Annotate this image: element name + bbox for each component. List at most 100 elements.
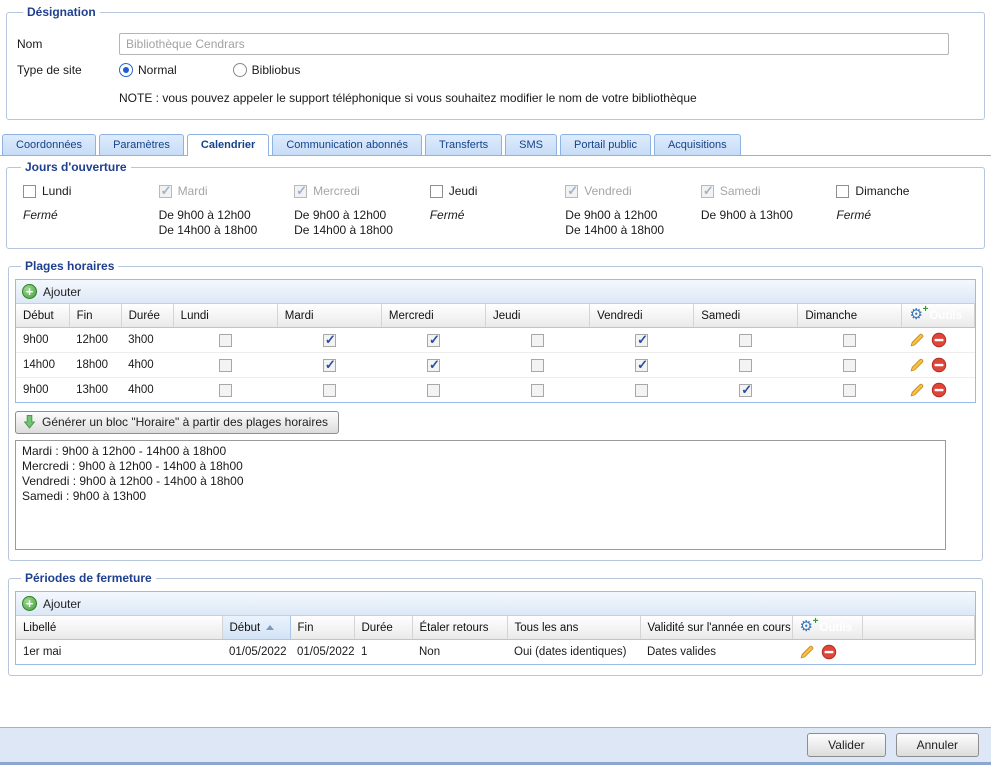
- day-label-lundi: Lundi: [42, 184, 71, 198]
- checkbox-dimanche[interactable]: [836, 185, 849, 198]
- tab-portail-public[interactable]: Portail public: [560, 134, 651, 155]
- day-label-vendredi: Vendredi: [584, 184, 631, 198]
- tab-communication-abonnes[interactable]: Communication abonnés: [272, 134, 422, 155]
- col-debut-sorted[interactable]: Début: [222, 616, 290, 640]
- delete-icon[interactable]: [821, 644, 837, 660]
- tab-sms[interactable]: SMS: [505, 134, 557, 155]
- col-mardi[interactable]: Mardi: [277, 304, 381, 328]
- day-lundi: Lundi Fermé: [23, 184, 155, 238]
- col-outils: ⚙+ Outils: [792, 616, 862, 640]
- jours-ouverture-fieldset: Jours d'ouverture Lundi Fermé Mardi De 9…: [6, 160, 985, 249]
- radio-normal-label: Normal: [138, 63, 177, 77]
- tab-coordonnees[interactable]: Coordonnées: [2, 134, 96, 155]
- day-label-samedi: Samedi: [720, 184, 761, 198]
- day-samedi: Samedi De 9h00 à 13h00: [701, 184, 833, 238]
- col-outils: ⚙+ Outils: [902, 304, 975, 328]
- designation-fieldset: Désignation Nom Type de site Normal Bibl…: [6, 5, 985, 120]
- row1-mardi-checkbox: [323, 334, 336, 347]
- col-vendredi[interactable]: Vendredi: [590, 304, 694, 328]
- plages-ajouter-button[interactable]: Ajouter: [43, 285, 81, 299]
- day-schedule: De 9h00 à 12h00: [294, 208, 426, 223]
- col-duree[interactable]: Durée: [121, 304, 173, 328]
- edit-pencil-icon[interactable]: [799, 644, 815, 660]
- checkbox-mardi: [159, 185, 172, 198]
- row2-mercredi-checkbox: [427, 359, 440, 372]
- add-icon: [22, 284, 37, 299]
- col-dimanche[interactable]: Dimanche: [798, 304, 902, 328]
- row3-vendredi-checkbox: [635, 384, 648, 397]
- periodes-fermeture-fieldset: Périodes de fermeture Ajouter Libellé Dé…: [8, 571, 983, 676]
- tab-parametres[interactable]: Paramètres: [99, 134, 184, 155]
- row1-dimanche-checkbox: [843, 334, 856, 347]
- page: Désignation Nom Type de site Normal Bibl…: [0, 0, 991, 765]
- col-debut[interactable]: Début: [16, 304, 69, 328]
- row2-dimanche-checkbox: [843, 359, 856, 372]
- col-jeudi[interactable]: Jeudi: [486, 304, 590, 328]
- delete-icon[interactable]: [931, 357, 947, 373]
- gear-plus-icon: ⚙+: [909, 308, 926, 323]
- col-validite[interactable]: Validité sur l'année en cours: [640, 616, 792, 640]
- periodes-fermeture-legend: Périodes de fermeture: [21, 571, 156, 585]
- row3-lundi-checkbox: [219, 384, 232, 397]
- tab-transferts[interactable]: Transferts: [425, 134, 502, 155]
- day-schedule: De 9h00 à 12h00: [565, 208, 697, 223]
- day-schedule: Fermé: [23, 208, 155, 223]
- col-fin[interactable]: Fin: [290, 616, 354, 640]
- day-schedule: Fermé: [430, 208, 562, 223]
- valider-button[interactable]: Valider: [807, 733, 885, 757]
- periodes-table: Libellé Début Fin Durée Étaler retours T…: [16, 616, 975, 664]
- checkbox-lundi[interactable]: [23, 185, 36, 198]
- radio-bibliobus[interactable]: Bibliobus: [233, 63, 301, 77]
- edit-pencil-icon[interactable]: [909, 357, 925, 373]
- periodes-ajouter-button[interactable]: Ajouter: [43, 597, 81, 611]
- day-jeudi: Jeudi Fermé: [430, 184, 562, 238]
- sort-asc-icon: [266, 625, 274, 630]
- col-lundi[interactable]: Lundi: [173, 304, 277, 328]
- delete-icon[interactable]: [931, 382, 947, 398]
- col-fin[interactable]: Fin: [69, 304, 121, 328]
- checkbox-jeudi[interactable]: [430, 185, 443, 198]
- plages-table: Début Fin Durée Lundi Mardi Mercredi Jeu…: [16, 304, 975, 402]
- row3-jeudi-checkbox: [531, 384, 544, 397]
- day-dimanche: Dimanche Fermé: [836, 184, 968, 238]
- row3-samedi-checkbox: [739, 384, 752, 397]
- tab-calendrier[interactable]: Calendrier: [187, 134, 269, 156]
- day-label-mardi: Mardi: [178, 184, 208, 198]
- generer-bloc-button[interactable]: Générer un bloc "Horaire" à partir des p…: [15, 411, 339, 434]
- col-mercredi[interactable]: Mercredi: [381, 304, 485, 328]
- edit-pencil-icon[interactable]: [909, 382, 925, 398]
- row3-mardi-checkbox: [323, 384, 336, 397]
- radio-normal[interactable]: Normal: [119, 63, 177, 77]
- designation-legend: Désignation: [23, 5, 100, 19]
- horaire-bloc-textarea[interactable]: Mardi : 9h00 à 12h00 - 14h00 à 18h00 Mer…: [15, 440, 946, 550]
- row1-jeudi-checkbox: [531, 334, 544, 347]
- edit-pencil-icon[interactable]: [909, 332, 925, 348]
- radio-bibliobus-label: Bibliobus: [252, 63, 301, 77]
- row1-mercredi-checkbox: [427, 334, 440, 347]
- add-icon: [22, 596, 37, 611]
- col-samedi[interactable]: Samedi: [694, 304, 798, 328]
- col-tous-les-ans[interactable]: Tous les ans: [507, 616, 640, 640]
- tab-acquisitions[interactable]: Acquisitions: [654, 134, 741, 155]
- footer-bar: Valider Annuler: [0, 727, 991, 765]
- delete-icon[interactable]: [931, 332, 947, 348]
- row3-mercredi-checkbox: [427, 384, 440, 397]
- table-row: 9h00 13h00 4h00: [16, 378, 975, 403]
- annuler-button[interactable]: Annuler: [896, 733, 979, 757]
- col-duree[interactable]: Durée: [354, 616, 412, 640]
- col-etaler-retours[interactable]: Étaler retours: [412, 616, 507, 640]
- day-schedule: De 9h00 à 12h00: [159, 208, 291, 223]
- row2-vendredi-checkbox: [635, 359, 648, 372]
- gear-plus-icon: ⚙+: [800, 620, 817, 635]
- row2-jeudi-checkbox: [531, 359, 544, 372]
- day-schedule: Fermé: [836, 208, 968, 223]
- row2-samedi-checkbox: [739, 359, 752, 372]
- day-mercredi: Mercredi De 9h00 à 12h00De 14h00 à 18h00: [294, 184, 426, 238]
- day-schedule: De 9h00 à 13h00: [701, 208, 833, 223]
- col-libelle[interactable]: Libellé: [16, 616, 222, 640]
- plages-horaires-fieldset: Plages horaires Ajouter Début Fin Durée: [8, 259, 983, 561]
- day-mardi: Mardi De 9h00 à 12h00De 14h00 à 18h00: [159, 184, 291, 238]
- day-label-mercredi: Mercredi: [313, 184, 360, 198]
- green-down-arrow-icon: [24, 415, 35, 429]
- col-filler: [862, 616, 975, 640]
